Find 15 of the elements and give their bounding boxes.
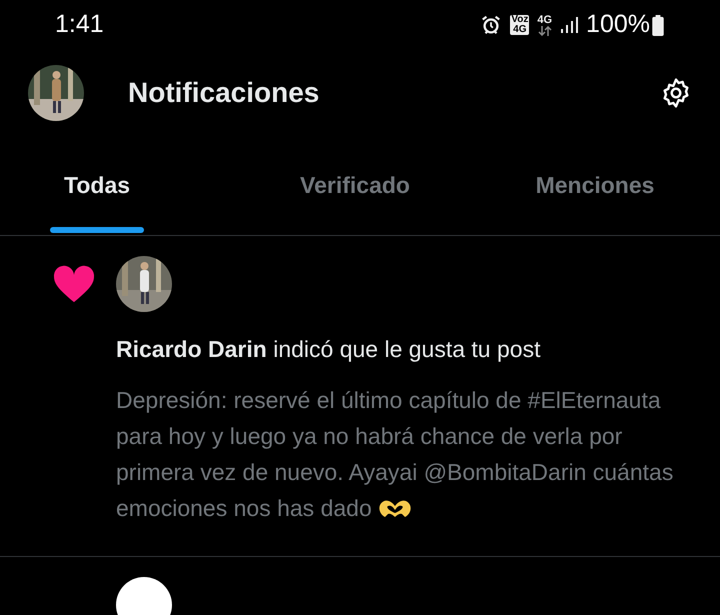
battery-icon (652, 14, 664, 36)
alarm-icon (480, 14, 502, 36)
tab[interactable]: Verificado (286, 136, 424, 235)
post-text: Depresión: reservé el último capítulo de #ElEternauta para hoy y luego ya no habrá chance de verla por primera vez de nuevo. Ayayai @BombitaDarin cuántas emociones nos has dado (116, 386, 674, 523)
network-type: 4G (537, 14, 552, 26)
tab[interactable]: Todas (50, 136, 144, 235)
status-time: 1:41 (55, 9, 104, 40)
battery-percent: 100% (586, 9, 650, 40)
heart-icon (52, 264, 96, 304)
notification-title: Ricardo Darin indicó que le gusta tu post (116, 335, 542, 364)
tab[interactable]: Menciones (522, 136, 668, 235)
signal-icon (560, 16, 578, 34)
page-title: Notificaciones (128, 76, 320, 110)
volte-badge: Voz 4G (510, 15, 530, 35)
data-arrows-icon (538, 26, 552, 36)
